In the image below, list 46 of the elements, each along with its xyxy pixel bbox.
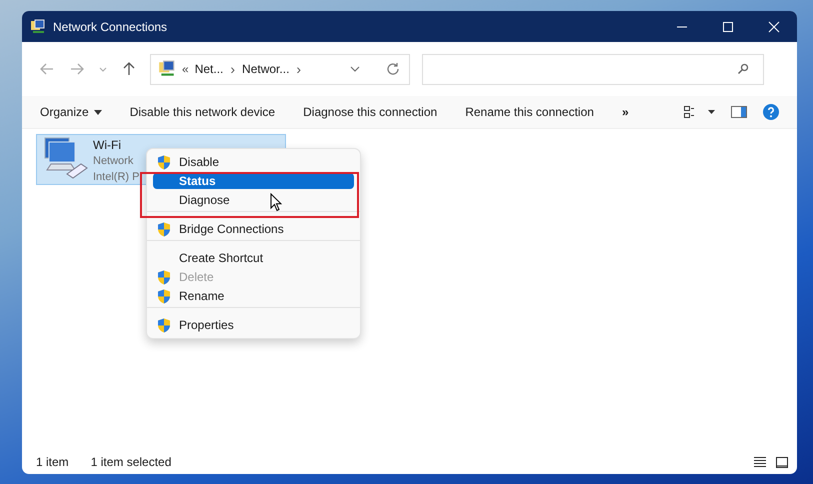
adapter-name: Intel(R) P: [93, 170, 140, 185]
menu-item[interactable]: Rename: [147, 288, 360, 308]
help-icon: [763, 104, 779, 120]
overflow-button[interactable]: «: [182, 62, 189, 76]
forward-arrow-icon: [70, 63, 84, 75]
search-field[interactable]: [422, 54, 764, 84]
network-folder-icon: [158, 60, 176, 78]
menu-item[interactable]: Status: [153, 173, 354, 189]
breadcrumb-separator[interactable]: ›: [296, 61, 302, 77]
shield-icon: [157, 270, 171, 284]
window-title: Network Connections: [53, 20, 168, 34]
refresh-icon[interactable]: [386, 62, 400, 76]
breadcrumb[interactable]: Net...: [194, 62, 224, 76]
selection-count: 1 item selected: [90, 455, 172, 469]
address-bar[interactable]: « Net... › Networ... ›: [150, 54, 410, 84]
preview-pane-icon: [731, 106, 747, 118]
mouse-pointer-icon: [270, 193, 282, 212]
connection-status: Network: [93, 154, 134, 169]
toolbar-button[interactable]: Organize: [30, 101, 112, 123]
toolbar-button[interactable]: Rename this connection: [455, 101, 604, 123]
search-icon: [737, 63, 749, 75]
item-count: 1 item: [36, 455, 69, 469]
toolbar-button[interactable]: Diagnose this connection: [293, 101, 448, 123]
breadcrumb-separator[interactable]: ›: [230, 61, 236, 77]
large-icons-view-icon[interactable]: [775, 456, 789, 468]
up-arrow-icon: [123, 62, 135, 76]
toolbar-button[interactable]: Disable this network device: [120, 101, 286, 123]
shield-icon: [157, 288, 171, 304]
shield-icon: [157, 318, 171, 332]
connection-name: Wi-Fi: [93, 137, 122, 153]
menu-item[interactable]: Bridge Connections: [147, 221, 360, 241]
more-commands-button[interactable]: »: [612, 101, 639, 123]
close-icon: [768, 20, 780, 32]
back-arrow-icon: [40, 63, 54, 75]
shield-icon: [157, 222, 171, 236]
chevron-down-icon[interactable]: [350, 66, 360, 72]
breadcrumb[interactable]: Networ...: [242, 62, 290, 76]
network-folder-icon: [30, 18, 46, 34]
menu-item[interactable]: Create Shortcut: [153, 250, 354, 266]
shield-icon: [157, 154, 171, 170]
view-options-icon: [683, 106, 715, 118]
menu-item[interactable]: Properties: [153, 317, 354, 333]
details-view-icon[interactable]: [753, 456, 767, 468]
maximize-icon: [722, 20, 734, 32]
dropdown-arrow-icon: [94, 110, 102, 114]
chevron-down-icon: [99, 66, 107, 72]
